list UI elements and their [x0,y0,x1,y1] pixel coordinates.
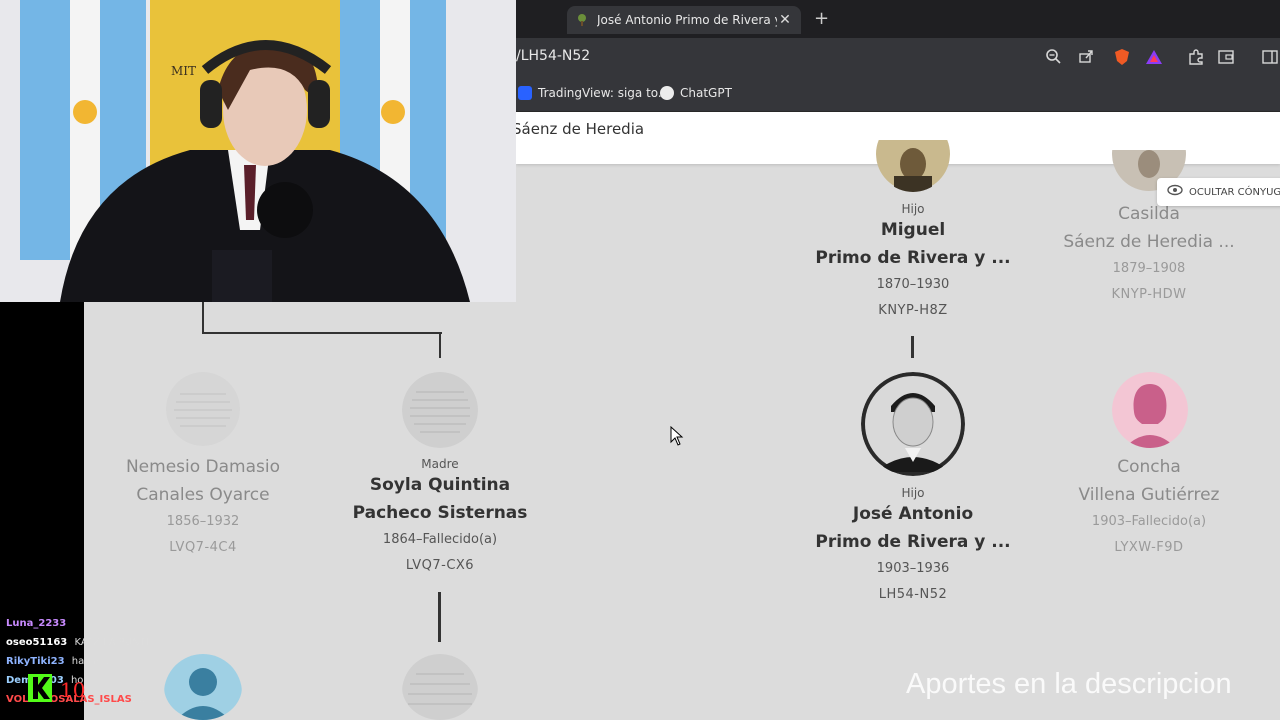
tab-active[interactable]: José Antonio Primo de Rivera y S ✕ [567,6,801,34]
bookmark-chatgpt[interactable]: ChatGPT [660,86,732,100]
person-name: Miguel [880,220,946,240]
lifespan: 1903–1936 [876,561,950,576]
watermark-text: Aportes en la descripcion [906,668,1232,700]
chat-username: oseo51163 [6,637,68,648]
person-nemesio[interactable]: Nemesio Damasio Canales Oyarce 1856–1932… [93,453,313,561]
person-name: José Antonio [852,504,974,524]
chat-text: KATZ LA PUNTEL [74,637,158,648]
chat-username: Luna_2233 [6,618,67,629]
person-name: Soyla Quintina [369,475,511,495]
extensions-icon[interactable] [1186,48,1206,68]
person-name: Concha [1117,457,1181,477]
person-casilda[interactable]: Casilda Sáenz de Heredia ... 1879–1908 K… [1039,200,1259,308]
male-avatar-icon[interactable] [164,654,242,720]
person-jose-antonio[interactable]: Hijo José Antonio Primo de Rivera y ... … [803,486,1023,608]
female-avatar-icon[interactable] [1112,372,1188,448]
bookmark-label: TradingView: siga to... [538,86,670,100]
connector-line [911,336,914,358]
page-title: Sáenz de Heredia [512,120,645,138]
lifespan: 1870–1930 [876,277,950,292]
hide-spouses-button[interactable]: OCULTAR CÓNYUG [1157,178,1280,206]
chat-message: oseo51163 KATZ LA PUNTEL [6,637,158,648]
chat-text: habia... [71,656,109,667]
close-tab-icon[interactable]: ✕ [777,12,793,28]
person-id: LVQ7-CX6 [405,558,475,573]
portrait-jose-antonio[interactable] [861,372,965,476]
person-id: KNYP-H8Z [878,303,948,318]
new-tab-button[interactable]: + [814,8,829,29]
chat-username: RikyTiki23 [6,656,65,667]
person-soyla[interactable]: Madre Soyla Quintina Pacheco Sisternas 1… [330,457,550,579]
lifespan: 1879–1908 [1112,261,1186,276]
tab-title: José Antonio Primo de Rivera y S [597,13,777,27]
kick-logo-icon: 10 [28,674,85,702]
person-surname: Canales Oyarce [136,485,270,505]
bookmark-tradingview[interactable]: TradingView: siga to... [518,86,669,100]
connector-line [438,592,441,642]
person-id: LYXW-F9D [1114,540,1184,555]
wallet-icon[interactable] [1216,48,1236,68]
zoom-icon[interactable] [1043,48,1063,68]
person-name: Nemesio Damasio [125,457,281,477]
share-icon[interactable] [1076,48,1096,68]
relation-label: Hijo [901,486,925,500]
person-id: LVQ7-4C4 [169,540,237,555]
eye-icon [1167,184,1183,200]
lifespan: 1903–Fallecido(a) [1091,514,1207,529]
badge-number: 10 [60,678,85,702]
familysearch-tree-icon [578,14,586,26]
portrait-nemesio[interactable] [166,372,240,446]
flag-text: MIT [171,64,196,78]
url-field[interactable]: /LH54-N52 [516,48,590,64]
tradingview-icon [518,86,532,100]
person-surname: Pacheco Sisternas [352,503,528,523]
webcam-image: MIT [0,0,516,302]
bookmark-label: ChatGPT [680,86,732,100]
hide-spouses-label: OCULTAR CÓNYUG [1189,186,1280,198]
person-miguel[interactable]: Hijo Miguel Primo de Rivera y ... 1870–1… [803,202,1023,324]
lifespan: 1856–1932 [166,514,240,529]
portrait-miguel[interactable] [876,140,950,192]
address-bar [516,38,1280,78]
lifespan: 1864–Fallecido(a) [382,532,498,547]
brave-shield-icon[interactable] [1112,48,1132,68]
person-id: LH54-N52 [878,587,948,602]
chatgpt-icon [660,86,674,100]
webcam-feed: MIT [0,0,516,302]
mouse-cursor-icon [670,426,684,446]
portrait-soyla[interactable] [402,372,478,448]
chat-text: ... [138,694,149,705]
person-id: KNYP-HDW [1111,287,1187,302]
person-surname: Primo de Rivera y ... [815,532,1011,552]
chat-message: RikyTiki23 habia... [6,656,109,667]
connector-line [202,302,204,334]
person-surname: Sáenz de Heredia ... [1063,232,1235,252]
connector-line [439,332,441,358]
person-surname: Primo de Rivera y ... [815,248,1011,268]
brave-rewards-icon[interactable] [1144,48,1164,68]
connector-line [202,332,442,334]
relation-label: Hijo [901,202,925,216]
person-surname: Villena Gutiérrez [1078,485,1220,505]
chat-message: Luna_2233 [6,618,70,629]
sidebar-toggle-icon[interactable] [1260,48,1280,68]
person-concha[interactable]: Concha Villena Gutiérrez 1903–Fallecido(… [1039,453,1259,561]
relation-label: Madre [421,457,459,471]
portrait-document[interactable] [402,654,478,720]
